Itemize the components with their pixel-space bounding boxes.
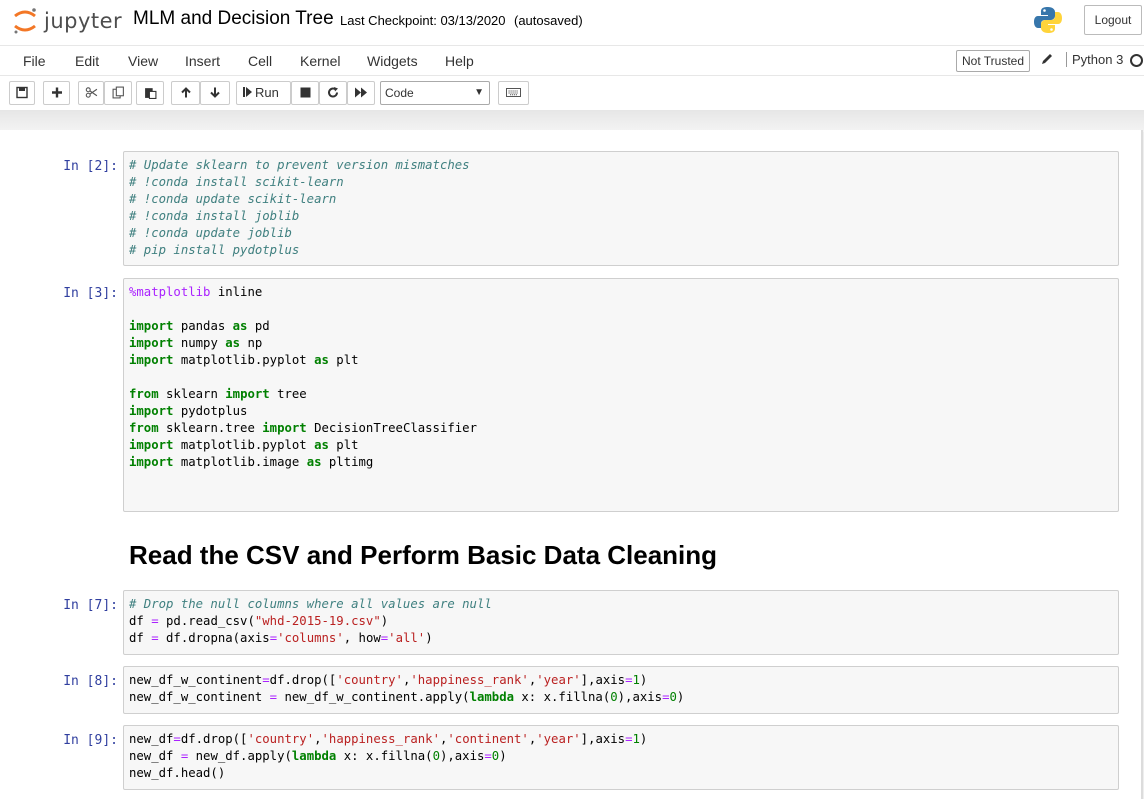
code-line: # !conda update joblib — [129, 226, 292, 240]
kernel-name: Python 3 — [1066, 52, 1123, 67]
markdown-heading[interactable]: Read the CSV and Perform Basic Data Clea… — [129, 540, 717, 571]
menu-help[interactable]: Help — [445, 53, 474, 69]
code-cell[interactable]: new_df_w_continent=df.drop(['country','h… — [123, 666, 1119, 714]
code-cell[interactable]: # Update sklearn to prevent version mism… — [123, 151, 1119, 266]
code-cell[interactable]: new_df=df.drop(['country','happiness_ran… — [123, 725, 1119, 790]
toolbar: Run Code ▼ — [0, 76, 1144, 110]
notebook-title[interactable]: MLM and Decision Tree — [133, 8, 334, 30]
code-line: import matplotlib.pyplot as plt — [129, 438, 359, 452]
code-line: from sklearn.tree import DecisionTreeCla… — [129, 421, 477, 435]
code-cell[interactable]: %matplotlib inline import pandas as pd i… — [123, 278, 1119, 512]
notebook-shadow — [0, 110, 1144, 132]
code-line: new_df.head() — [129, 766, 226, 780]
cut-button[interactable] — [78, 81, 104, 105]
jupyter-logo[interactable]: jupyter — [12, 6, 122, 36]
cell-type-value: Code — [385, 86, 414, 100]
code-line: from sklearn import tree — [129, 387, 307, 401]
code-line: # !conda update scikit-learn — [129, 192, 337, 206]
code-line: new_df_w_continent=df.drop(['country','h… — [129, 673, 648, 687]
scissors-icon — [85, 87, 97, 98]
fast-forward-icon — [355, 87, 367, 98]
not-trusted-button[interactable]: Not Trusted — [956, 50, 1031, 72]
autosave-status: (autosaved) — [514, 13, 583, 28]
code-line: import pydotplus — [129, 404, 248, 418]
code-line: new_df_w_continent = new_df_w_continent.… — [129, 690, 685, 704]
copy-button[interactable] — [104, 81, 132, 105]
interrupt-kernel-button[interactable] — [291, 81, 319, 105]
menu-file[interactable]: File — [23, 53, 46, 69]
edit-pencil-icon[interactable] — [1040, 52, 1054, 66]
code-line: new_df = new_df.apply(lambda x: x.fillna… — [129, 749, 507, 763]
cell-prompt: In [9]: — [63, 733, 118, 748]
code-cell[interactable]: # Drop the null columns where all values… — [123, 590, 1119, 655]
code-line: df = df.dropna(axis='columns', how='all'… — [129, 631, 433, 645]
paste-icon — [144, 88, 156, 99]
logo-text: jupyter — [44, 9, 123, 33]
menu-widgets[interactable]: Widgets — [367, 53, 418, 69]
code-line: import matplotlib.pyplot as plt — [129, 353, 359, 367]
keyboard-icon — [506, 88, 521, 97]
header-bar: jupyter MLM and Decision Tree Last Check… — [0, 0, 1144, 45]
code-line: %matplotlib inline — [129, 285, 263, 299]
cell-prompt: In [3]: — [63, 286, 118, 301]
jupyter-logo-icon — [14, 8, 36, 34]
cell-prompt: In [8]: — [63, 674, 118, 689]
restart-icon — [328, 87, 339, 98]
copy-icon — [112, 86, 124, 99]
cell-prompt: In [2]: — [63, 159, 118, 174]
command-palette-button[interactable] — [498, 81, 529, 105]
run-button[interactable]: Run — [236, 81, 291, 105]
code-line: df = pd.read_csv("whd-2015-19.csv") — [129, 614, 389, 628]
code-line: import matplotlib.image as pltimg — [129, 455, 374, 469]
menu-edit[interactable]: Edit — [75, 53, 99, 69]
code-line: import numpy as np — [129, 336, 263, 350]
move-down-button[interactable] — [200, 81, 230, 105]
stop-icon — [300, 87, 310, 98]
move-up-button[interactable] — [171, 81, 200, 105]
code-line: # !conda install scikit-learn — [129, 175, 344, 189]
menu-cell[interactable]: Cell — [248, 53, 272, 69]
menu-view[interactable]: View — [128, 53, 158, 69]
code-line: new_df=df.drop(['country','happiness_ran… — [129, 732, 648, 746]
logout-button[interactable]: Logout — [1084, 5, 1142, 35]
save-button[interactable] — [9, 81, 35, 105]
python-logo-icon — [1034, 7, 1062, 33]
code-line: # pip install pydotplus — [129, 243, 300, 257]
chevron-down-icon: ▼ — [474, 87, 484, 98]
code-line: # Drop the null columns where all values… — [129, 597, 492, 611]
plus-icon — [51, 87, 62, 98]
insert-cell-button[interactable] — [43, 81, 70, 105]
code-line: import pandas as pd — [129, 319, 270, 333]
cell-prompt: In [7]: — [63, 598, 118, 613]
code-line: # !conda install joblib — [129, 209, 300, 223]
menubar: File Edit View Insert Cell Kernel Widget… — [0, 45, 1144, 76]
restart-run-all-button[interactable] — [347, 81, 375, 105]
code-line: # Update sklearn to prevent version mism… — [129, 158, 470, 172]
menu-kernel[interactable]: Kernel — [300, 53, 340, 69]
restart-kernel-button[interactable] — [319, 81, 347, 105]
step-forward-icon — [243, 87, 252, 97]
paste-button[interactable] — [136, 81, 164, 105]
arrow-down-icon — [210, 87, 220, 98]
cell-type-select[interactable]: Code ▼ — [380, 81, 490, 105]
menu-insert[interactable]: Insert — [185, 53, 220, 69]
checkpoint-status: Last Checkpoint: 03/13/2020 — [340, 13, 506, 28]
arrow-up-icon — [180, 87, 191, 98]
run-label: Run — [255, 85, 279, 100]
kernel-idle-icon — [1130, 54, 1143, 67]
save-icon — [16, 86, 28, 99]
